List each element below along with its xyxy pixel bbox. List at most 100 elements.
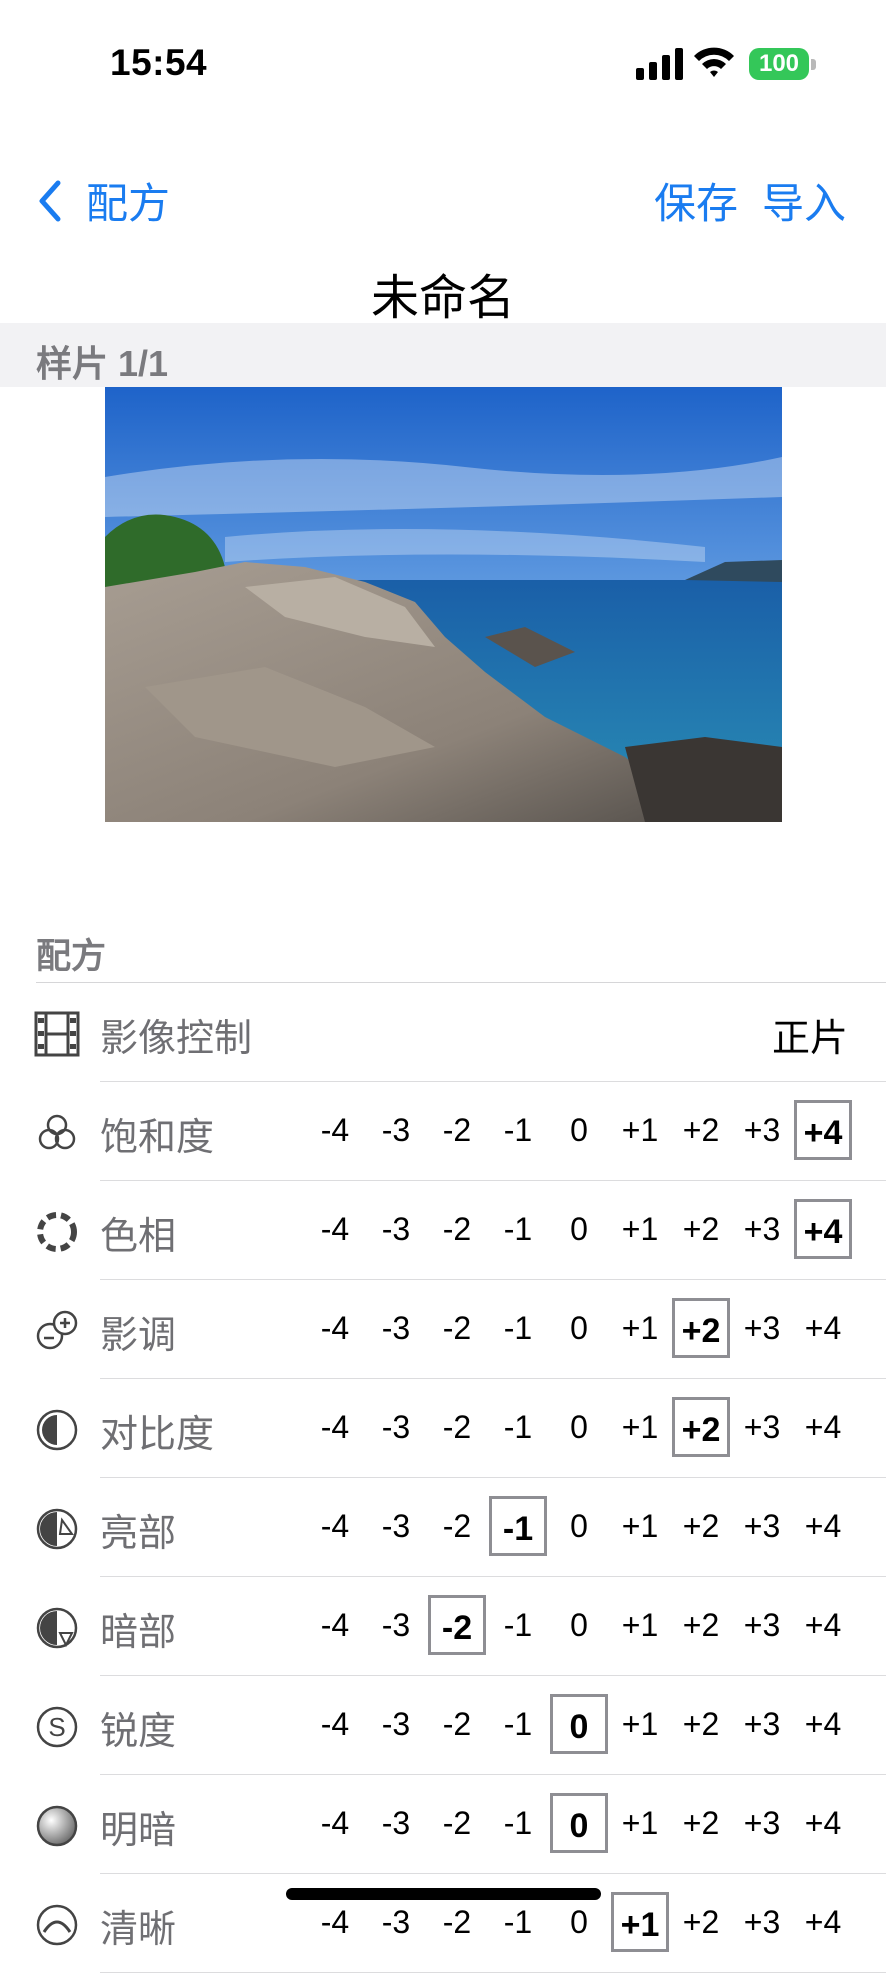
scale-option[interactable]: -2	[428, 1595, 486, 1655]
status-time: 15:54	[110, 42, 208, 83]
setting-row[interactable]: 明暗 -4 -3 -2 -1 0 +1 +2 +3 +4	[0, 1775, 886, 1874]
scale-option[interactable]: +1	[611, 1199, 669, 1259]
scale-option[interactable]: -4	[306, 1793, 364, 1853]
scale-option[interactable]: -2	[428, 1892, 486, 1952]
scale-option[interactable]: -3	[367, 1892, 425, 1952]
scale-option[interactable]: -3	[367, 1793, 425, 1853]
scale-option[interactable]: +4	[794, 1199, 852, 1259]
setting-row[interactable]: 亮部 -4 -3 -2 -1 0 +1 +2 +3 +4	[0, 1478, 886, 1577]
save-button[interactable]: 保存	[654, 170, 738, 231]
film-simulation-label: 影像控制	[100, 1018, 253, 1060]
scale-option[interactable]: +4	[794, 1496, 852, 1556]
scale-option[interactable]: 0	[550, 1694, 608, 1754]
scale-option[interactable]: +3	[733, 1496, 791, 1556]
scale-option[interactable]: -1	[489, 1100, 547, 1160]
setting-row[interactable]: 饱和度 -4 -3 -2 -1 0 +1 +2 +3 +4	[0, 1082, 886, 1181]
scale-option[interactable]: -1	[489, 1595, 547, 1655]
scale-option[interactable]: -4	[306, 1694, 364, 1754]
setting-row[interactable]: 对比度 -4 -3 -2 -1 0 +1 +2 +3 +4	[0, 1379, 886, 1478]
setting-row[interactable]: S 锐度 -4 -3 -2 -1 0 +1 +2 +3 +4	[0, 1676, 886, 1775]
scale-option[interactable]: +4	[794, 1298, 852, 1358]
scale-option[interactable]: +2	[672, 1397, 730, 1457]
scale-option[interactable]: -3	[367, 1397, 425, 1457]
scale-option[interactable]: +2	[672, 1496, 730, 1556]
scale-option[interactable]: -4	[306, 1100, 364, 1160]
scale-option[interactable]: -3	[367, 1496, 425, 1556]
scale-option[interactable]: 0	[550, 1199, 608, 1259]
scale-option[interactable]: +1	[611, 1793, 669, 1853]
setting-row[interactable]: 色相 -4 -3 -2 -1 0 +1 +2 +3 +4	[0, 1181, 886, 1280]
setting-label: 清晰	[100, 1909, 177, 1951]
scale-option[interactable]: +3	[733, 1298, 791, 1358]
scale-option[interactable]: +3	[733, 1595, 791, 1655]
scale-option[interactable]: +4	[794, 1100, 852, 1160]
scale-option[interactable]: -4	[306, 1397, 364, 1457]
scale-option[interactable]: 0	[550, 1793, 608, 1853]
scale-option[interactable]: -3	[367, 1199, 425, 1259]
scale-option[interactable]: 0	[550, 1892, 608, 1952]
scale-option[interactable]: -4	[306, 1199, 364, 1259]
back-button[interactable]: 配方	[36, 170, 170, 231]
scale-option[interactable]: +3	[733, 1199, 791, 1259]
tone-icon	[36, 1310, 78, 1350]
scale-option[interactable]: +1	[611, 1595, 669, 1655]
scale-option[interactable]: -1	[489, 1892, 547, 1952]
scale-option[interactable]: +3	[733, 1100, 791, 1160]
scale-option[interactable]: -2	[428, 1793, 486, 1853]
scale-option[interactable]: +4	[794, 1595, 852, 1655]
scale-option[interactable]: -4	[306, 1892, 364, 1952]
scale-option[interactable]: -2	[428, 1397, 486, 1457]
scale-option[interactable]: -4	[306, 1496, 364, 1556]
scale-option[interactable]: +2	[672, 1100, 730, 1160]
scale-option[interactable]: +3	[733, 1397, 791, 1457]
scale-option[interactable]: -3	[367, 1100, 425, 1160]
scale-option[interactable]: 0	[550, 1496, 608, 1556]
cellular-signal-icon	[636, 48, 683, 80]
scale-option[interactable]: -3	[367, 1694, 425, 1754]
scale-option[interactable]: +2	[672, 1199, 730, 1259]
scale-option[interactable]: -3	[367, 1298, 425, 1358]
scale-option[interactable]: +2	[672, 1298, 730, 1358]
scale-option[interactable]: +2	[672, 1793, 730, 1853]
scale-option[interactable]: -1	[489, 1298, 547, 1358]
scale-option[interactable]: +4	[794, 1397, 852, 1457]
scale-option[interactable]: -2	[428, 1298, 486, 1358]
scale-option[interactable]: +1	[611, 1397, 669, 1457]
scale-option[interactable]: -1	[489, 1199, 547, 1259]
scale-option[interactable]: -1	[489, 1397, 547, 1457]
scale-option[interactable]: 0	[550, 1397, 608, 1457]
scale-option[interactable]: +4	[794, 1793, 852, 1853]
film-simulation-row[interactable]: 影像控制 正片	[0, 983, 886, 1082]
scale-option[interactable]: +3	[733, 1793, 791, 1853]
import-button[interactable]: 导入	[762, 170, 846, 231]
scale-option[interactable]: +1	[611, 1694, 669, 1754]
scale-option[interactable]: 0	[550, 1100, 608, 1160]
scale-option[interactable]: -2	[428, 1694, 486, 1754]
setting-row[interactable]: 暗部 -4 -3 -2 -1 0 +1 +2 +3 +4	[0, 1577, 886, 1676]
setting-row[interactable]: 影调 -4 -3 -2 -1 0 +1 +2 +3 +4	[0, 1280, 886, 1379]
scale-option[interactable]: +3	[733, 1694, 791, 1754]
scale-option[interactable]: +4	[794, 1892, 852, 1952]
scale-option[interactable]: 0	[550, 1298, 608, 1358]
scale-option[interactable]: -1	[489, 1496, 547, 1556]
scale-option[interactable]: -2	[428, 1496, 486, 1556]
scale-option[interactable]: +3	[733, 1892, 791, 1952]
scale-option[interactable]: +2	[672, 1694, 730, 1754]
scale-option[interactable]: +1	[611, 1298, 669, 1358]
scale-option[interactable]: -3	[367, 1595, 425, 1655]
nav-actions: 保存 导入	[654, 170, 846, 231]
scale-option[interactable]: -4	[306, 1595, 364, 1655]
scale-option[interactable]: 0	[550, 1595, 608, 1655]
sample-photo[interactable]	[105, 387, 782, 822]
scale-option[interactable]: -1	[489, 1694, 547, 1754]
scale-option[interactable]: +1	[611, 1496, 669, 1556]
scale-option[interactable]: -2	[428, 1199, 486, 1259]
scale-option[interactable]: -2	[428, 1100, 486, 1160]
scale-option[interactable]: +1	[611, 1892, 669, 1952]
scale-option[interactable]: -4	[306, 1298, 364, 1358]
scale-option[interactable]: +2	[672, 1595, 730, 1655]
scale-option[interactable]: +2	[672, 1892, 730, 1952]
scale-option[interactable]: -1	[489, 1793, 547, 1853]
scale-option[interactable]: +1	[611, 1100, 669, 1160]
scale-option[interactable]: +4	[794, 1694, 852, 1754]
